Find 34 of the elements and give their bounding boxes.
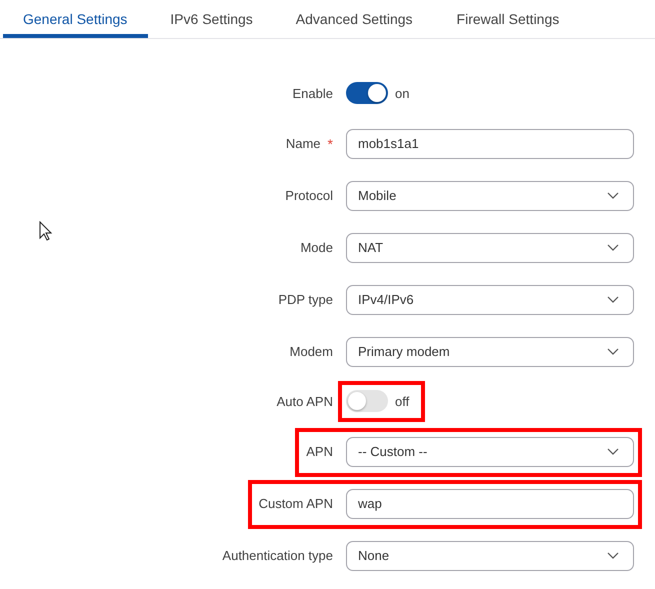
select-dropdown[interactable]: Mobile: [346, 180, 634, 210]
toggle-state-text: off: [395, 394, 410, 408]
chevron-down-icon: [607, 348, 619, 355]
field-label: Authentication type: [222, 548, 333, 563]
chevron-down-icon: [607, 244, 619, 251]
tab[interactable]: Firewall Settings: [434, 0, 580, 38]
toggle-state-text: on: [395, 86, 410, 100]
chevron-down-icon: [607, 192, 619, 199]
chevron-down-icon: [607, 552, 619, 559]
select-dropdown[interactable]: NAT: [346, 232, 634, 262]
field-label: Auto APN: [276, 394, 333, 409]
input-field[interactable]: mob1s1a1: [346, 128, 634, 158]
field-label: PDP type: [278, 292, 333, 307]
field-label: Name: [286, 136, 321, 151]
tab[interactable]: General Settings: [3, 0, 148, 38]
required-mark: *: [328, 136, 333, 152]
tab[interactable]: IPv6 Settings: [148, 0, 274, 38]
tab[interactable]: Advanced Settings: [274, 0, 435, 38]
field-label: Enable: [292, 86, 333, 101]
input-field[interactable]: wap: [346, 488, 634, 518]
field-label: APN: [306, 444, 333, 459]
select-dropdown[interactable]: -- Custom --: [346, 436, 634, 466]
toggle-switch[interactable]: [346, 390, 388, 412]
select-dropdown[interactable]: None: [346, 540, 634, 570]
select-dropdown[interactable]: IPv4/IPv6: [346, 284, 634, 314]
chevron-down-icon: [607, 448, 619, 455]
mouse-pointer-icon: [39, 221, 53, 241]
field-label: Mode: [300, 240, 333, 255]
field-label: Modem: [290, 344, 333, 359]
toggle-switch[interactable]: [346, 82, 388, 104]
field-label: Protocol: [285, 188, 333, 203]
select-dropdown[interactable]: Primary modem: [346, 336, 634, 366]
chevron-down-icon: [607, 296, 619, 303]
field-label: Custom APN: [258, 496, 333, 511]
